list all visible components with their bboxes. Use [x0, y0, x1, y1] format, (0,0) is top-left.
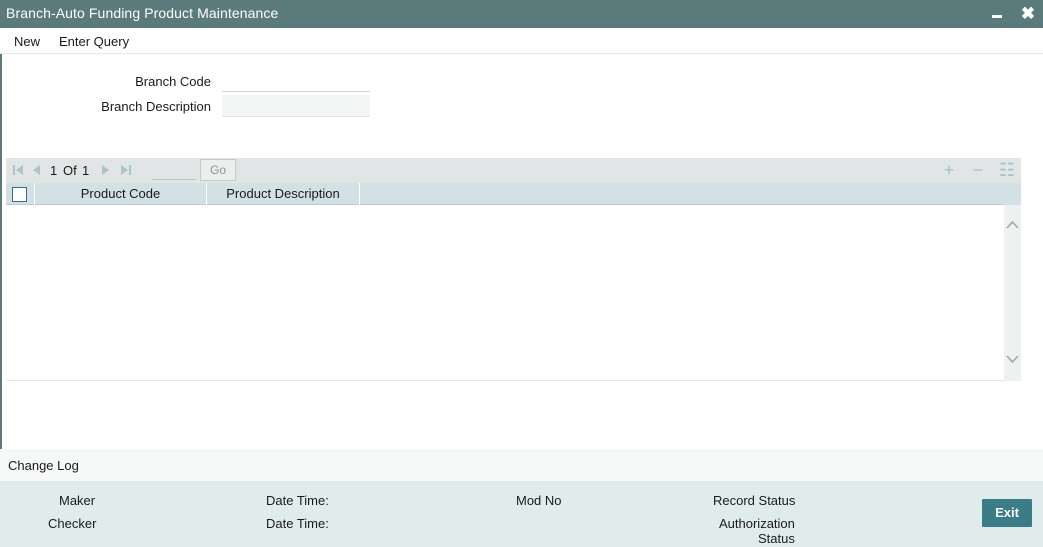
branch-description-field[interactable]	[222, 95, 370, 117]
page-number-input[interactable]	[152, 161, 196, 180]
branch-code-label: Branch Code	[135, 74, 211, 89]
column-product-description[interactable]: Product Description	[207, 183, 360, 205]
first-page-icon[interactable]	[12, 164, 24, 176]
branch-code-field[interactable]	[222, 70, 370, 92]
record-status-label: Record Status	[713, 493, 796, 508]
total-pages: 1	[82, 163, 90, 178]
last-page-icon[interactable]	[120, 164, 132, 176]
checker-label: Checker	[48, 516, 97, 531]
previous-page-icon[interactable]	[30, 164, 42, 176]
close-icon[interactable]: ✖	[1019, 4, 1037, 24]
select-all-checkbox[interactable]	[12, 187, 27, 202]
mod-no-label: Mod No	[516, 493, 562, 508]
maker-date-time-label: Date Time:	[266, 493, 329, 508]
single-view-icon[interactable]: ☷	[998, 161, 1016, 179]
exit-button[interactable]: Exit	[982, 499, 1032, 527]
grid-toolbar: 1 Of 1 Go + − ☷	[6, 158, 1021, 183]
grid-header: Product Code Product Description	[6, 183, 1004, 205]
page-of-label: Of	[63, 163, 77, 178]
select-all-column	[6, 183, 35, 205]
menu-new[interactable]: New	[14, 34, 40, 49]
delete-row-icon[interactable]: −	[969, 161, 987, 179]
next-page-icon[interactable]	[100, 164, 112, 176]
minimize-bar	[992, 15, 1002, 18]
minimize-icon[interactable]	[988, 4, 1006, 24]
column-product-code[interactable]: Product Code	[35, 183, 207, 205]
grid-header-tail	[1004, 183, 1021, 205]
menu-enter-query[interactable]: Enter Query	[59, 34, 129, 49]
chevron-up-icon[interactable]	[1005, 217, 1020, 233]
window-title-bar: Branch-Auto Funding Product Maintenance …	[0, 0, 1043, 28]
go-button[interactable]: Go	[200, 159, 236, 181]
add-row-icon[interactable]: +	[940, 161, 958, 179]
audit-footer: Maker Checker Date Time: Date Time: Mod …	[0, 481, 1043, 547]
grid-body	[6, 205, 1004, 381]
authorization-status-label: Authorization	[719, 516, 795, 531]
grid-scrollbar[interactable]	[1004, 205, 1021, 381]
maker-label: Maker	[59, 493, 96, 508]
menu-bar: New Enter Query	[0, 28, 1043, 54]
authorization-status-label-line2: Status	[758, 531, 795, 546]
checker-date-time-label: Date Time:	[266, 516, 329, 531]
chevron-down-icon[interactable]	[1005, 351, 1020, 367]
branch-description-label: Branch Description	[101, 99, 211, 114]
current-page: 1	[50, 163, 58, 178]
change-log-bar: Change Log	[0, 449, 1043, 481]
window-title: Branch-Auto Funding Product Maintenance	[6, 5, 279, 21]
change-log-label[interactable]: Change Log	[8, 458, 79, 473]
